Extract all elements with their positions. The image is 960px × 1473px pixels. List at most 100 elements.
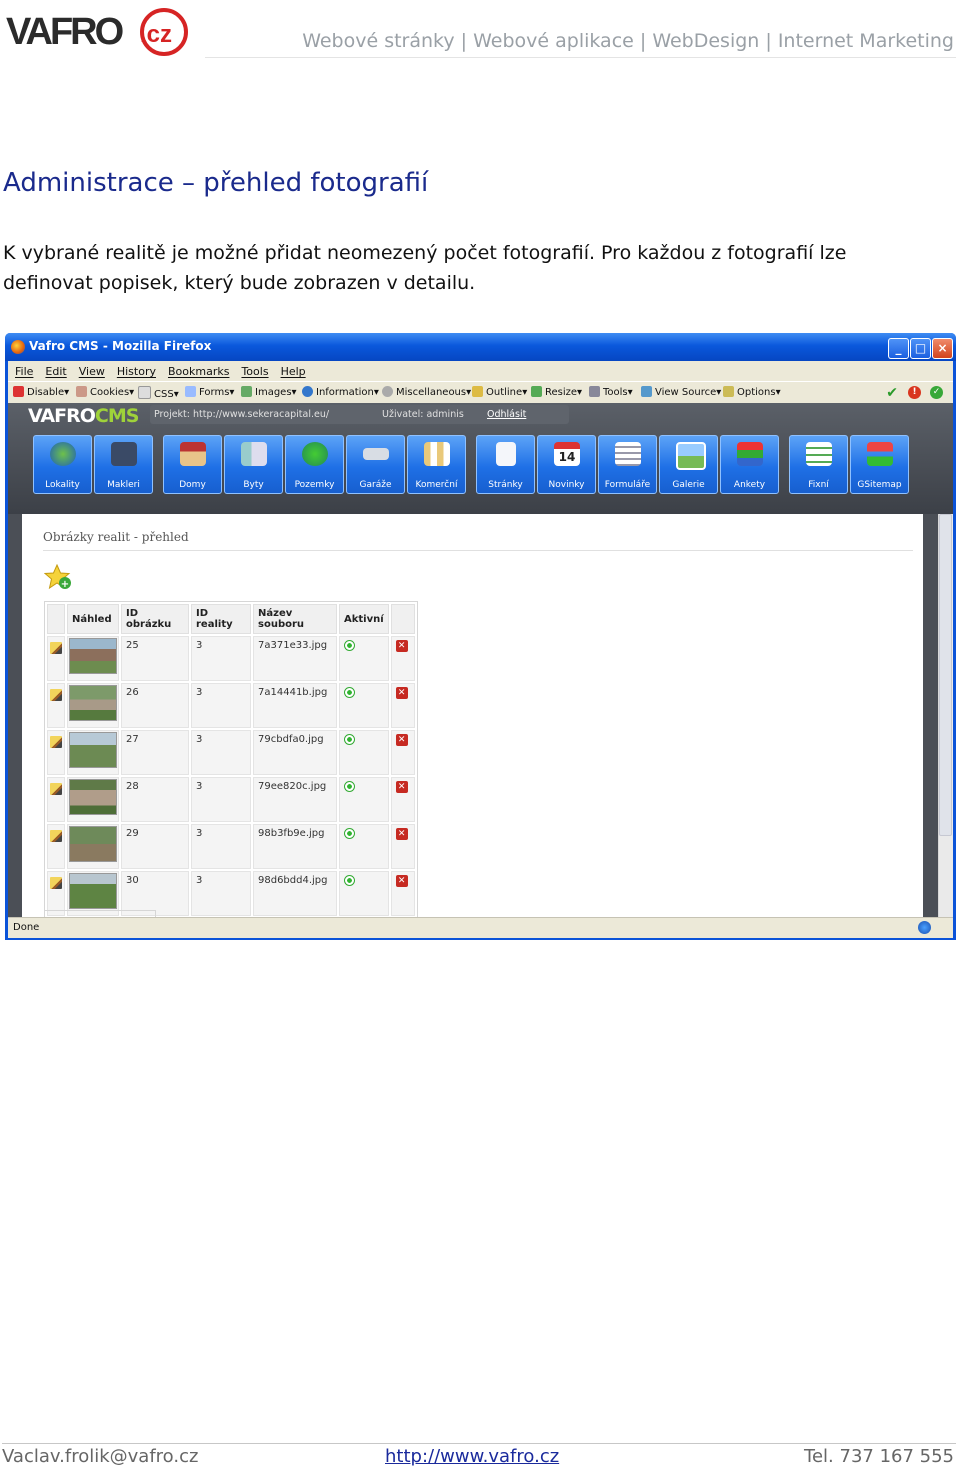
- tb-outline[interactable]: Outline▾: [472, 386, 527, 398]
- tile-lokality[interactable]: Lokality: [33, 435, 92, 494]
- table-row: 27 3 79cbdfa0.jpg ✕: [47, 730, 415, 775]
- tb-css[interactable]: CSS▾: [138, 386, 179, 400]
- edit-pencil-icon[interactable]: [50, 736, 62, 748]
- col-nazev-souboru[interactable]: Název souboru: [253, 604, 337, 634]
- tree-icon: [302, 442, 328, 466]
- photo-thumbnail[interactable]: [69, 779, 117, 815]
- tile-komercni[interactable]: Komerční: [407, 435, 466, 494]
- web-developer-toolbar: Disable▾ Cookies▾ CSS▾ Forms▾ Images▾ In…: [8, 381, 953, 404]
- edit-pencil-icon[interactable]: [50, 689, 62, 701]
- photos-table: Náhled ID obrázku ID reality Název soubo…: [44, 601, 418, 917]
- tb-forms[interactable]: Forms▾: [185, 386, 234, 398]
- delete-icon[interactable]: ✕: [395, 640, 408, 652]
- menu-edit[interactable]: Edit: [45, 365, 66, 378]
- edit-pencil-icon[interactable]: [50, 830, 62, 842]
- tb-miscellaneous[interactable]: Miscellaneous▾: [382, 386, 471, 398]
- delete-icon[interactable]: ✕: [395, 875, 408, 887]
- tb-resize[interactable]: Resize▾: [531, 386, 582, 398]
- photo-thumbnail[interactable]: [69, 826, 117, 862]
- menu-view[interactable]: View: [79, 365, 105, 378]
- cms-page: VAFROCMS Projekt: http://www.sekeracapit…: [8, 403, 953, 917]
- photo-thumbnail[interactable]: [69, 732, 117, 768]
- cell-id-obrazku: 25: [121, 636, 189, 681]
- status-bar: Done: [8, 917, 953, 938]
- cms-logo: VAFROCMS: [28, 405, 139, 427]
- tb-options[interactable]: Options▾: [723, 386, 781, 398]
- tagline: Webové stránky | Webové aplikace | WebDe…: [302, 30, 954, 52]
- delete-icon[interactable]: ✕: [395, 781, 408, 793]
- firefox-window: Vafro CMS - Mozilla Firefox _ □ × File Ed…: [5, 333, 956, 940]
- form-icon: [615, 442, 641, 466]
- cell-id-reality: 3: [191, 824, 251, 869]
- minimize-button[interactable]: _: [888, 338, 909, 359]
- cell-id-reality: 3: [191, 683, 251, 728]
- maximize-button[interactable]: □: [910, 338, 931, 359]
- col-aktivni[interactable]: Aktivní: [339, 604, 389, 634]
- edit-pencil-icon[interactable]: [50, 877, 62, 889]
- cell-id-reality: 3: [191, 730, 251, 775]
- tb-disable[interactable]: Disable▾: [13, 386, 69, 398]
- tile-gsitemap[interactable]: GSitemap: [850, 435, 909, 494]
- ok-circle-icon[interactable]: ✓: [930, 386, 943, 399]
- tile-ankety[interactable]: Ankety: [720, 435, 779, 494]
- photo-thumbnail[interactable]: [69, 685, 117, 721]
- footer-email[interactable]: Vaclav.frolik@vafro.cz: [2, 1446, 198, 1467]
- poll-icon: [737, 442, 763, 466]
- cell-nazev-souboru: 79ee820c.jpg: [253, 777, 337, 822]
- col-id-reality[interactable]: ID reality: [191, 604, 251, 634]
- menu-bookmarks[interactable]: Bookmarks: [168, 365, 229, 378]
- intro-text: K vybrané realitě je možné přidat neomez…: [3, 242, 847, 294]
- cell-id-reality: 3: [191, 777, 251, 822]
- edit-pencil-icon[interactable]: [50, 642, 62, 654]
- tb-images[interactable]: Images▾: [241, 386, 297, 398]
- delete-icon[interactable]: ✕: [395, 828, 408, 840]
- people-icon: [111, 442, 137, 466]
- delete-icon[interactable]: ✕: [395, 687, 408, 699]
- col-nahled[interactable]: Náhled: [67, 604, 119, 634]
- active-radio-icon[interactable]: [344, 640, 355, 651]
- tile-fixni[interactable]: Fixní: [789, 435, 848, 494]
- cell-nazev-souboru: 7a14441b.jpg: [253, 683, 337, 728]
- menu-file[interactable]: File: [15, 365, 33, 378]
- table-row: 25 3 7a371e33.jpg ✕: [47, 636, 415, 681]
- tile-novinky[interactable]: 14 Novinky: [537, 435, 596, 494]
- error-icon[interactable]: !: [908, 386, 921, 399]
- svg-text:+: +: [61, 579, 69, 590]
- close-button[interactable]: ×: [932, 338, 953, 359]
- menu-help[interactable]: Help: [281, 365, 306, 378]
- col-id-obrazku[interactable]: ID obrázku: [121, 604, 189, 634]
- table-row: 29 3 98b3fb9e.jpg ✕: [47, 824, 415, 869]
- tile-domy[interactable]: Domy: [163, 435, 222, 494]
- checkmark-icon[interactable]: ✔: [886, 385, 898, 401]
- footer-url[interactable]: http://www.vafro.cz: [385, 1446, 559, 1467]
- tb-information[interactable]: Information▾: [302, 386, 379, 398]
- active-radio-icon[interactable]: [344, 875, 355, 886]
- tile-stranky[interactable]: Stránky: [476, 435, 535, 494]
- photo-thumbnail[interactable]: [69, 873, 117, 909]
- cell-nazev-souboru: 7a371e33.jpg: [253, 636, 337, 681]
- scroll-thumb[interactable]: [939, 514, 952, 836]
- calendar-icon: 14: [554, 442, 580, 466]
- menu-history[interactable]: History: [117, 365, 156, 378]
- tile-byty[interactable]: Byty: [224, 435, 283, 494]
- tile-makleri[interactable]: Makleri: [94, 435, 153, 494]
- active-radio-icon[interactable]: [344, 734, 355, 745]
- tile-galerie[interactable]: Galerie: [659, 435, 718, 494]
- logout-link[interactable]: Odhlásit: [487, 405, 526, 424]
- active-radio-icon[interactable]: [344, 687, 355, 698]
- tile-pozemky[interactable]: Pozemky: [285, 435, 344, 494]
- active-radio-icon[interactable]: [344, 781, 355, 792]
- tile-formulare[interactable]: Formuláře: [598, 435, 657, 494]
- cell-nazev-souboru: 98d6bdd4.jpg: [253, 871, 337, 916]
- tb-tools[interactable]: Tools▾: [589, 386, 633, 398]
- tb-view-source[interactable]: View Source▾: [641, 386, 721, 398]
- edit-pencil-icon[interactable]: [50, 783, 62, 795]
- active-radio-icon[interactable]: [344, 828, 355, 839]
- delete-icon[interactable]: ✕: [395, 734, 408, 746]
- tile-garaze[interactable]: Garáže: [346, 435, 405, 494]
- photo-thumbnail[interactable]: [69, 638, 117, 674]
- scrollbar[interactable]: [938, 514, 953, 917]
- tb-cookies[interactable]: Cookies▾: [76, 386, 134, 398]
- add-star-icon[interactable]: +: [44, 564, 72, 590]
- menu-tools[interactable]: Tools: [241, 365, 268, 378]
